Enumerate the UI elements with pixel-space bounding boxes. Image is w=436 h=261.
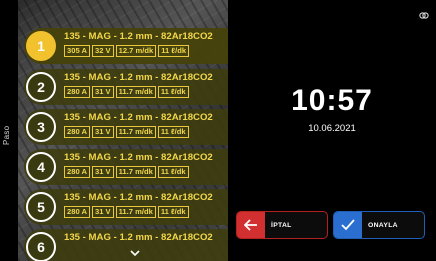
voltage-chip: 31 V (91, 86, 114, 98)
side-tab[interactable]: Paso (0, 0, 18, 261)
checkmark-icon (334, 212, 362, 238)
pass-item-3[interactable]: 3 135 - MAG - 1.2 mm - 82Ar18CO2 280 A 3… (24, 109, 228, 145)
gas-flow-chip: 11 ℓ/dk (157, 126, 189, 138)
pass-item-1[interactable]: 1 135 - MAG - 1.2 mm - 82Ar18CO2 305 A 3… (24, 28, 228, 64)
current-chip: 305 A (64, 45, 90, 57)
chevron-down-icon[interactable] (130, 249, 140, 260)
pass-title: 135 - MAG - 1.2 mm - 82Ar18CO2 (64, 31, 213, 42)
wire-speed-chip: 11.7 m/dk (115, 166, 156, 178)
wire-speed-chip: 11.7 m/dk (115, 86, 156, 98)
gas-flow-chip: 11 ℓ/dk (157, 206, 189, 218)
pass-list: 1 135 - MAG - 1.2 mm - 82Ar18CO2 305 A 3… (18, 0, 228, 261)
current-chip: 280 A (64, 206, 90, 218)
pass-number-badge: 3 (26, 112, 56, 142)
pass-item-4[interactable]: 4 135 - MAG - 1.2 mm - 82Ar18CO2 280 A 3… (24, 149, 228, 185)
pass-number-badge: 1 (26, 31, 56, 61)
cancel-label: İPTAL (271, 221, 292, 229)
pass-title: 135 - MAG - 1.2 mm - 82Ar18CO2 (64, 232, 213, 243)
pass-title: 135 - MAG - 1.2 mm - 82Ar18CO2 (64, 112, 213, 123)
voltage-chip: 31 V (91, 126, 114, 138)
pass-title: 135 - MAG - 1.2 mm - 82Ar18CO2 (64, 192, 213, 203)
voltage-chip: 32 V (91, 45, 114, 57)
pass-number-badge: 2 (26, 72, 56, 102)
side-tab-label: Paso (2, 125, 11, 145)
clock-time: 10:57 (291, 84, 373, 117)
current-chip: 280 A (64, 166, 90, 178)
cancel-button[interactable]: İPTAL (236, 211, 328, 239)
voltage-chip: 31 V (91, 166, 114, 178)
gas-flow-chip: 11 ℓ/dk (158, 45, 190, 57)
pass-item-6[interactable]: 6 135 - MAG - 1.2 mm - 82Ar18CO2 (24, 229, 228, 261)
wire-speed-chip: 12.7 m/dk (115, 45, 157, 57)
gas-flow-chip: 11 ℓ/dk (157, 86, 189, 98)
confirm-button[interactable]: ONAYLA (333, 211, 425, 239)
current-chip: 280 A (64, 86, 90, 98)
wire-speed-chip: 11.7 m/dk (115, 206, 156, 218)
confirm-label: ONAYLA (368, 221, 398, 229)
arrow-left-icon (237, 212, 265, 238)
pass-title: 135 - MAG - 1.2 mm - 82Ar18CO2 (64, 72, 213, 83)
wire-speed-chip: 11.7 m/dk (115, 126, 156, 138)
pass-item-5[interactable]: 5 135 - MAG - 1.2 mm - 82Ar18CO2 280 A 3… (24, 189, 228, 225)
clock-date: 10.06.2021 (308, 123, 356, 134)
pass-number-badge: 5 (26, 192, 56, 222)
pass-title: 135 - MAG - 1.2 mm - 82Ar18CO2 (64, 152, 213, 163)
link-icon[interactable] (419, 11, 429, 21)
pass-item-2[interactable]: 2 135 - MAG - 1.2 mm - 82Ar18CO2 280 A 3… (24, 69, 228, 105)
current-chip: 280 A (64, 126, 90, 138)
pass-number-badge: 4 (26, 152, 56, 182)
gas-flow-chip: 11 ℓ/dk (157, 166, 189, 178)
pass-selection-screen: Paso 1 135 - MAG - 1.2 mm - 82Ar18CO2 30… (0, 0, 436, 261)
voltage-chip: 31 V (91, 206, 114, 218)
pass-number-badge: 6 (26, 232, 56, 261)
